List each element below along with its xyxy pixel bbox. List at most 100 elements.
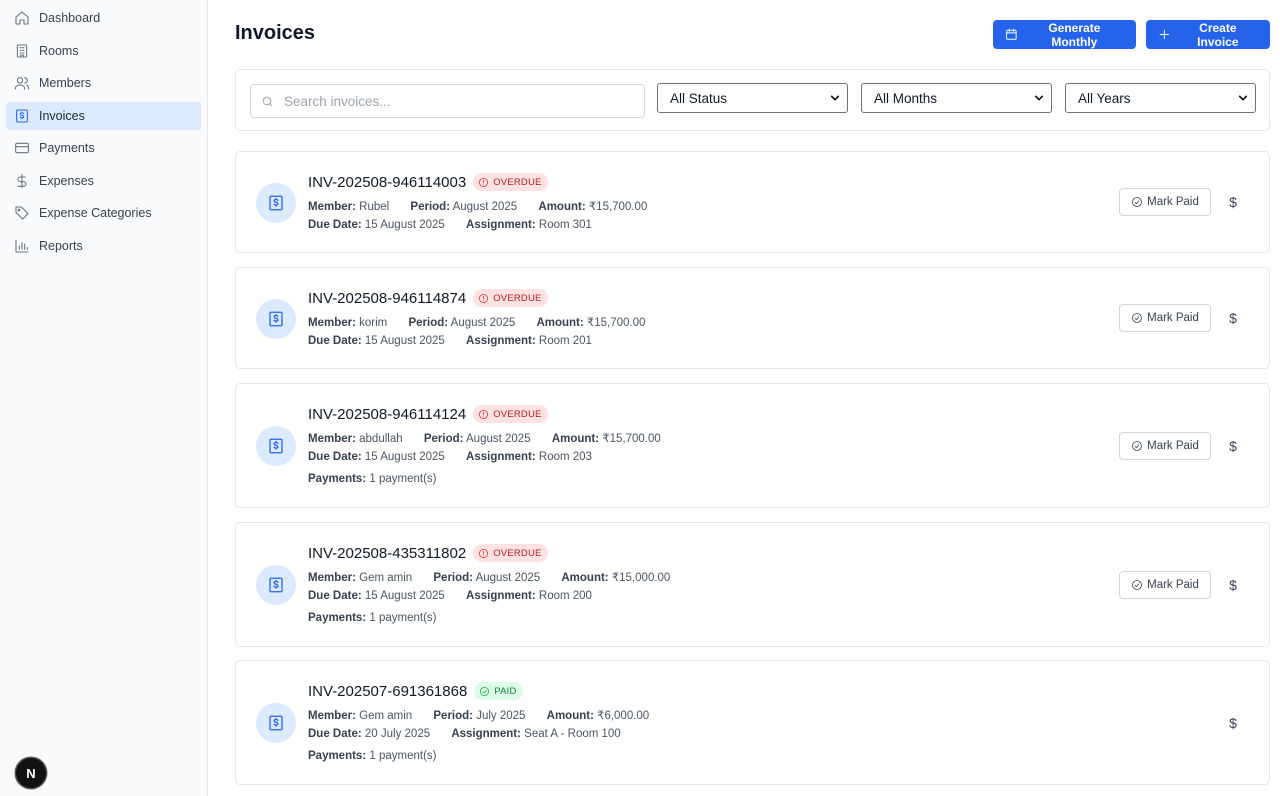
record-payment-button[interactable]: $ (1222, 191, 1244, 213)
chevron-down-icon (1034, 95, 1044, 101)
create-invoice-button[interactable]: Create Invoice (1146, 20, 1270, 49)
invoice-number[interactable]: INV-202507-691361868 (308, 683, 467, 700)
invoice-number[interactable]: INV-202508-946114874 (308, 290, 466, 307)
app-badge[interactable]: N (16, 758, 46, 788)
mark-paid-button[interactable]: Mark Paid (1119, 304, 1211, 332)
sidebar-item-label: Reports (39, 238, 83, 253)
status-badge-label: OVERDUE (493, 408, 542, 420)
search-icon (262, 96, 273, 106)
users-icon (13, 74, 31, 92)
invoice-meta-row: Due Date: 15 August 2025 Assignment: Roo… (308, 219, 592, 231)
receipt-icon (256, 703, 296, 743)
due-date-label: Due Date: (308, 451, 362, 463)
status-filter-select[interactable]: All Status (657, 83, 848, 113)
sidebar-item-payments[interactable]: Payments (6, 134, 201, 162)
generate-monthly-label: Generate Monthly (1048, 20, 1101, 49)
record-payment-button[interactable]: $ (1222, 307, 1244, 329)
credit-card-icon (13, 139, 31, 157)
mark-paid-button[interactable]: Mark Paid (1119, 188, 1211, 216)
member-label: Member: (308, 710, 356, 722)
period-label: Period: (408, 317, 449, 329)
tag-icon (13, 204, 31, 222)
alert-circle-icon (479, 293, 489, 303)
status-badge: OVERDUE (473, 289, 548, 307)
amount-value: ₹15,000.00 (611, 572, 671, 584)
mark-paid-label: Mark Paid (1147, 312, 1199, 324)
status-badge: PAID (474, 682, 523, 700)
invoice-meta-row: Payments: 1 payment(s) (308, 750, 436, 762)
mark-paid-label: Mark Paid (1147, 196, 1199, 208)
main-content: Invoices Generate Monthly Create Invoice… (208, 0, 1280, 796)
period-label: Period: (433, 572, 474, 584)
receipt-icon (13, 107, 31, 125)
payments-label: Payments: (308, 750, 367, 762)
month-filter-select[interactable]: All Months (861, 83, 1052, 113)
assignment-value: Seat A - Room 100 (524, 728, 621, 740)
calendar-icon (1006, 28, 1017, 40)
page-title: Invoices (235, 22, 316, 44)
record-payment-button[interactable]: $ (1222, 574, 1244, 596)
invoice-number-row: INV-202508-946114003 OVERDUE (308, 173, 548, 191)
sidebar-item-expense-categories[interactable]: Expense Categories (6, 199, 201, 227)
status-badge-label: OVERDUE (493, 547, 542, 559)
invoice-meta-row: Due Date: 15 August 2025 Assignment: Roo… (308, 590, 592, 602)
chevron-down-icon (830, 95, 840, 101)
sidebar-item-label: Expense Categories (39, 206, 152, 220)
mark-paid-label: Mark Paid (1147, 440, 1199, 452)
invoice-number[interactable]: INV-202508-435311802 (308, 545, 466, 562)
member-label: Member: (308, 572, 356, 584)
status-badge-label: OVERDUE (493, 176, 542, 188)
payments-label: Payments: (308, 612, 367, 624)
year-filter-value: All Years (1078, 90, 1131, 106)
member-value: Rubel (359, 201, 390, 213)
mark-paid-button[interactable]: Mark Paid (1119, 432, 1211, 460)
mark-paid-button[interactable]: Mark Paid (1119, 571, 1211, 599)
due-date-value: 15 August 2025 (364, 590, 445, 602)
amount-label: Amount: (538, 201, 586, 213)
due-date-label: Due Date: (308, 335, 362, 347)
invoice-number-row: INV-202508-946114124 OVERDUE (308, 405, 548, 423)
sidebar-item-dashboard[interactable]: Dashboard (6, 4, 201, 32)
amount-label: Amount: (551, 433, 600, 445)
search-input[interactable] (284, 93, 624, 109)
amount-value: ₹15,700.00 (588, 201, 648, 213)
member-value: korim (359, 317, 388, 329)
sidebar-item-reports[interactable]: Reports (6, 232, 201, 260)
record-payment-button[interactable]: $ (1222, 712, 1244, 734)
amount-value: ₹6,000.00 (597, 710, 650, 722)
sidebar-item-rooms[interactable]: Rooms (6, 37, 201, 65)
assignment-value: Room 201 (538, 335, 592, 347)
member-label: Member: (308, 201, 356, 213)
bar-chart-icon (13, 237, 31, 255)
status-badge-label: OVERDUE (493, 292, 542, 304)
member-value: abdullah (359, 433, 403, 445)
check-circle-icon (1132, 313, 1143, 323)
invoice-meta-row: Payments: 1 payment(s) (308, 473, 436, 485)
month-filter-value: All Months (874, 90, 938, 106)
invoice-card: INV-202508-946114003 OVERDUE Member: Rub… (235, 151, 1270, 253)
member-value: Gem amin (359, 572, 413, 584)
create-invoice-label: Create Invoice (1197, 20, 1239, 49)
building-icon (13, 42, 31, 60)
assignment-value: Room 203 (538, 451, 592, 463)
sidebar-item-members[interactable]: Members (6, 69, 201, 97)
assignment-label: Assignment: (451, 728, 521, 740)
record-payment-button[interactable]: $ (1222, 435, 1244, 457)
year-filter-select[interactable]: All Years (1065, 83, 1256, 113)
invoice-number[interactable]: INV-202508-946114124 (308, 406, 466, 423)
due-date-label: Due Date: (308, 728, 362, 740)
due-date-value: 15 August 2025 (364, 335, 445, 347)
search-field[interactable] (250, 84, 645, 118)
invoice-number[interactable]: INV-202508-946114003 (308, 174, 466, 191)
invoice-number-row: INV-202508-946114874 OVERDUE (308, 289, 548, 307)
amount-value: ₹15,700.00 (602, 433, 661, 445)
payments-value: 1 payment(s) (369, 612, 437, 624)
generate-monthly-button[interactable]: Generate Monthly (993, 20, 1136, 49)
sidebar: Dashboard Rooms Members Invoices Payment… (0, 0, 208, 796)
sidebar-item-invoices[interactable]: Invoices (6, 101, 201, 130)
status-filter-value: All Status (670, 90, 728, 106)
sidebar-item-expenses[interactable]: Expenses (6, 167, 201, 195)
invoice-meta-row: Due Date: 15 August 2025 Assignment: Roo… (308, 451, 592, 463)
invoice-card: INV-202508-435311802 OVERDUE Member: Gem… (235, 522, 1270, 647)
home-icon (13, 9, 31, 27)
